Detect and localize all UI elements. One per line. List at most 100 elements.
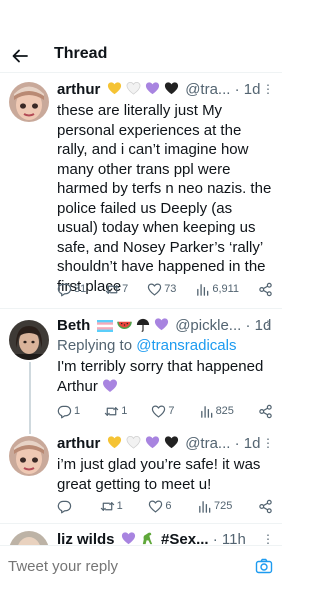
reply-icon [57, 499, 72, 514]
reply-count: 31 [74, 283, 87, 295]
camera-icon[interactable] [255, 557, 273, 575]
views-count: 725 [214, 500, 233, 512]
timestamp[interactable]: 1d [244, 81, 261, 98]
separator-dot: · [234, 435, 240, 452]
views-button[interactable]: 825 [199, 404, 234, 419]
name-emojis [121, 531, 155, 545]
user-handle[interactable]: @tra... [185, 435, 230, 452]
share-button[interactable] [258, 404, 273, 419]
views-icon [195, 282, 210, 297]
tweet-actions: 1 1 7 825 [57, 402, 273, 420]
reply-input[interactable] [8, 552, 243, 580]
share-icon [258, 282, 273, 297]
tweet-header: Beth @pickle... · 1d ⋮ [57, 315, 274, 336]
retweet-count: 7 [122, 283, 129, 295]
views-icon [199, 404, 214, 419]
back-arrow-icon[interactable] [10, 46, 30, 66]
tweet-actions: 31 7 73 6,911 [57, 280, 273, 298]
tweet-header: liz wilds #Sex... · 11h ⋮ [57, 530, 274, 545]
purple-heart-icon [145, 435, 160, 450]
replying-to: Replying to @transradicals [57, 336, 273, 356]
avatar[interactable] [9, 436, 49, 476]
black-heart-icon [164, 435, 179, 450]
like-count: 7 [168, 405, 175, 417]
purple-heart-icon [145, 81, 160, 96]
views-button[interactable]: 725 [197, 499, 232, 514]
retweet-button[interactable]: 7 [105, 282, 128, 297]
display-name[interactable]: Beth [57, 317, 90, 334]
views-count: 825 [215, 405, 234, 417]
dinosaur-icon [142, 532, 153, 545]
tweet-header: arthur @tra... · 1d ⋮ [57, 433, 274, 456]
reply-button[interactable] [57, 499, 74, 514]
watermelon-icon [116, 321, 132, 329]
purple-heart-icon [102, 378, 118, 394]
tweet-text: I'm terribly sorry that happened Arthur [57, 357, 273, 396]
white-heart-icon [126, 435, 141, 450]
white-heart-icon [126, 81, 141, 96]
more-icon[interactable]: ⋮ [262, 433, 274, 453]
tweet-beth-reply[interactable]: Beth @pickle... · 1d ⋮ Replying to @tran… [0, 316, 282, 424]
avatar[interactable] [9, 82, 49, 122]
display-name[interactable]: arthur [57, 81, 100, 98]
thread-header: Thread [0, 40, 282, 73]
like-icon [148, 499, 163, 514]
yellow-heart-icon [107, 81, 122, 96]
like-count: 6 [165, 500, 172, 512]
tweet-text: these are literally just My personal exp… [57, 102, 272, 295]
reply-button[interactable]: 1 [57, 404, 80, 419]
divider [0, 308, 282, 309]
more-icon[interactable]: ⋮ [262, 79, 274, 99]
display-name[interactable]: liz wilds [57, 531, 115, 545]
tweet-liz-wilds[interactable]: liz wilds #Sex... · 11h ⋮ [0, 530, 282, 545]
retweet-icon [104, 404, 119, 419]
tweet-arthur-main[interactable]: arthur @tra... · 1d ⋮ these are literall… [0, 80, 282, 308]
retweet-icon [105, 282, 120, 297]
share-button[interactable] [258, 499, 273, 514]
separator-dot: · [245, 317, 251, 334]
like-button[interactable]: 7 [151, 404, 175, 419]
avatar[interactable] [9, 320, 49, 360]
tweet-text-content: I'm terribly sorry that happened Arthur [57, 358, 264, 395]
like-count: 73 [164, 283, 177, 295]
name-emojis [107, 435, 180, 456]
share-icon [258, 404, 273, 419]
user-handle[interactable]: @pickle... [175, 317, 241, 334]
timestamp[interactable]: 11h [222, 531, 246, 545]
umbrella-icon [136, 318, 149, 332]
display-name[interactable]: arthur [57, 435, 100, 452]
share-button[interactable] [258, 282, 273, 297]
page-title: Thread [54, 45, 108, 62]
views-icon [197, 499, 212, 514]
retweet-icon [100, 499, 115, 514]
black-heart-icon [164, 81, 179, 96]
replying-to-label: Replying to [57, 337, 133, 354]
user-handle[interactable]: @tra... [185, 81, 230, 98]
retweet-button[interactable]: 1 [104, 404, 127, 419]
name-emojis [107, 81, 180, 102]
purple-heart-icon [121, 531, 136, 545]
mention-link[interactable]: @transradicals [136, 337, 236, 354]
status-bar-area [0, 0, 282, 40]
like-button[interactable]: 6 [148, 499, 171, 514]
retweet-count: 1 [116, 500, 123, 512]
more-icon[interactable]: ⋮ [262, 530, 274, 545]
reply-button[interactable]: 31 [57, 282, 86, 297]
bottom-safe-area [0, 585, 282, 600]
views-button[interactable]: 6,911 [195, 282, 239, 297]
like-icon [151, 404, 166, 419]
more-icon[interactable]: ⋮ [262, 315, 274, 335]
like-button[interactable]: 73 [147, 282, 176, 297]
yellow-heart-icon [107, 435, 122, 450]
reply-icon [57, 404, 72, 419]
tweet-header: arthur @tra... · 1d ⋮ [57, 79, 274, 102]
reply-composer [0, 545, 282, 586]
purple-heart-icon [154, 317, 169, 332]
user-handle[interactable]: #Sex... [161, 531, 209, 545]
timestamp[interactable]: 1d [244, 435, 261, 452]
avatar[interactable] [9, 531, 49, 545]
retweet-count: 1 [121, 405, 128, 417]
retweet-button[interactable]: 1 [100, 499, 123, 514]
transgender-flag-icon [96, 320, 113, 332]
tweet-arthur-reply[interactable]: arthur @tra... · 1d ⋮ i’m just glad you’… [0, 434, 282, 518]
